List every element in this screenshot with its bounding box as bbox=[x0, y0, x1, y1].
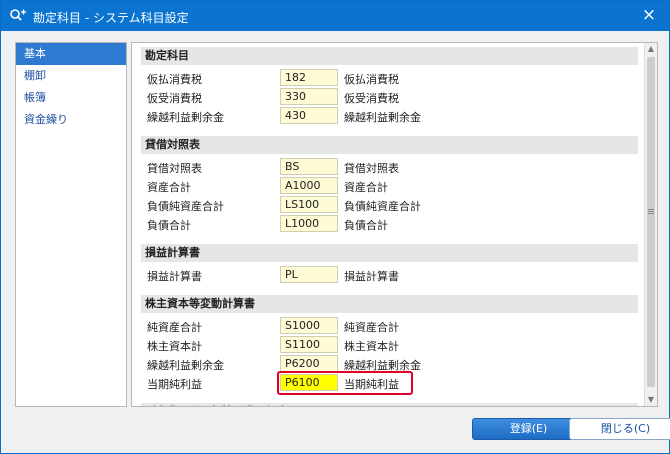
setting-row: 負債合計 L1000 負債合計 bbox=[141, 215, 638, 232]
title-bar: 勘定科目 - システム科目設定 × bbox=[1, 1, 669, 31]
account-name-text: 負債純資産合計 bbox=[344, 200, 421, 213]
setting-row: 貸借対照表 BS 貸借対照表 bbox=[141, 158, 638, 175]
row-label: 負債純資産合計 bbox=[147, 200, 224, 213]
row-label: 貸借対照表 bbox=[147, 162, 202, 175]
setting-row: 当期純利益 P6100 当期純利益 bbox=[141, 371, 638, 395]
dialog-window: 勘定科目 - システム科目設定 × 基本 棚卸 帳簿 資金繰り 勘定科目仮払消費税 18… bbox=[0, 0, 670, 454]
account-code-field[interactable]: 182 bbox=[280, 69, 338, 86]
account-code-field[interactable]: BS bbox=[280, 158, 338, 175]
account-name-text: 貸借対照表 bbox=[344, 162, 399, 175]
row-label: 負債合計 bbox=[147, 219, 191, 232]
account-code-field[interactable]: S1100 bbox=[280, 336, 338, 353]
setting-row: 株主資本計 S1100 株主資本計 bbox=[141, 336, 638, 353]
row-label: 株主資本計 bbox=[147, 340, 202, 353]
setting-row: 仮払消費税 182 仮払消費税 bbox=[141, 69, 638, 86]
scroll-up-arrow-icon[interactable]: ▲ bbox=[645, 43, 657, 55]
row-label: 当期純利益 bbox=[147, 378, 202, 391]
close-icon[interactable]: × bbox=[639, 5, 659, 25]
section: 貸借対照表 貸借対照表 BS 貸借対照表 資産合計 A1000 資産合計 負債純資産合計 LS1… bbox=[141, 136, 638, 232]
account-name-text: 株主資本計 bbox=[344, 340, 399, 353]
section-header: 販売費及び一般管理費明細書 bbox=[141, 403, 638, 406]
account-name-text: 仮受消費税 bbox=[344, 92, 399, 105]
row-label: 損益計算書 bbox=[147, 270, 202, 283]
account-code-field[interactable]: P6200 bbox=[280, 355, 338, 372]
settings-panel: 勘定科目仮払消費税 182 仮払消費税仮受消費税 330 仮受消費税繰越利益剰余金 430… bbox=[131, 42, 658, 407]
account-name-text: 仮払消費税 bbox=[344, 73, 399, 86]
account-name-text: 純資産合計 bbox=[344, 321, 399, 334]
window-title: 勘定科目 - システム科目設定 bbox=[33, 11, 189, 25]
sidebar-item-3[interactable]: 資金繰り bbox=[16, 109, 126, 131]
search-plus-icon bbox=[9, 8, 27, 24]
account-code-field[interactable]: S1000 bbox=[280, 317, 338, 334]
account-code-field[interactable]: PL bbox=[280, 266, 338, 283]
sidebar-item-1[interactable]: 棚卸 bbox=[16, 65, 126, 87]
row-label: 仮払消費税 bbox=[147, 73, 202, 86]
setting-row: 損益計算書 PL 損益計算書 bbox=[141, 266, 638, 283]
account-name-text: 負債合計 bbox=[344, 219, 388, 232]
setting-row: 純資産合計 S1000 純資産合計 bbox=[141, 317, 638, 334]
row-label: 資産合計 bbox=[147, 181, 191, 194]
section-header: 株主資本等変動計算書 bbox=[141, 295, 638, 313]
section-header: 貸借対照表 bbox=[141, 136, 638, 154]
settings-content: 勘定科目仮払消費税 182 仮払消費税仮受消費税 330 仮受消費税繰越利益剰余金 430… bbox=[141, 47, 638, 406]
scrollbar-grip-icon bbox=[648, 209, 654, 210]
scroll-down-arrow-icon[interactable]: ▼ bbox=[645, 394, 657, 406]
section: 株主資本等変動計算書 純資産合計 S1000 純資産合計 株主資本計 S1100 株主資本計… bbox=[141, 295, 638, 395]
account-code-field[interactable]: 330 bbox=[280, 88, 338, 105]
row-label: 繰越利益剰余金 bbox=[147, 111, 224, 124]
setting-row: 繰越利益剰余金 430 繰越利益剰余金 bbox=[141, 107, 638, 124]
setting-row: 繰越利益剰余金 P6200 繰越利益剰余金 bbox=[141, 355, 638, 372]
sidebar-item-2[interactable]: 帳簿 bbox=[16, 87, 126, 109]
account-name-text: 繰越利益剰余金 bbox=[344, 111, 421, 124]
account-code-field[interactable]: L1000 bbox=[280, 215, 338, 232]
sidebar-item-0[interactable]: 基本 bbox=[16, 43, 126, 65]
setting-row: 資産合計 A1000 資産合計 bbox=[141, 177, 638, 194]
setting-row: 負債純資産合計 LS100 負債純資産合計 bbox=[141, 196, 638, 213]
account-name-text: 資産合計 bbox=[344, 181, 388, 194]
account-code-field[interactable]: A1000 bbox=[280, 177, 338, 194]
scrollbar-thumb[interactable] bbox=[647, 57, 655, 387]
section: 販売費及び一般管理費明細書販売費及び一般管理費計E0000販売費及び一般管理費計 bbox=[141, 403, 638, 406]
vertical-scrollbar[interactable]: ▲ ▼ bbox=[644, 43, 657, 406]
highlight-box bbox=[277, 371, 413, 395]
account-code-field[interactable]: LS100 bbox=[280, 196, 338, 213]
section: 勘定科目仮払消費税 182 仮払消費税仮受消費税 330 仮受消費税繰越利益剰余金 430… bbox=[141, 47, 638, 124]
row-label: 繰越利益剰余金 bbox=[147, 359, 224, 372]
account-name-text: 損益計算書 bbox=[344, 270, 399, 283]
section-header: 勘定科目 bbox=[141, 47, 638, 65]
close-button[interactable]: 閉じる(C) bbox=[569, 418, 670, 440]
account-code-field[interactable]: 430 bbox=[280, 107, 338, 124]
row-label: 仮受消費税 bbox=[147, 92, 202, 105]
sidebar: 基本 棚卸 帳簿 資金繰り bbox=[15, 42, 127, 407]
row-label: 純資産合計 bbox=[147, 321, 202, 334]
section: 損益計算書 損益計算書 PL 損益計算書 bbox=[141, 244, 638, 283]
section-header: 損益計算書 bbox=[141, 244, 638, 262]
setting-row: 仮受消費税 330 仮受消費税 bbox=[141, 88, 638, 105]
